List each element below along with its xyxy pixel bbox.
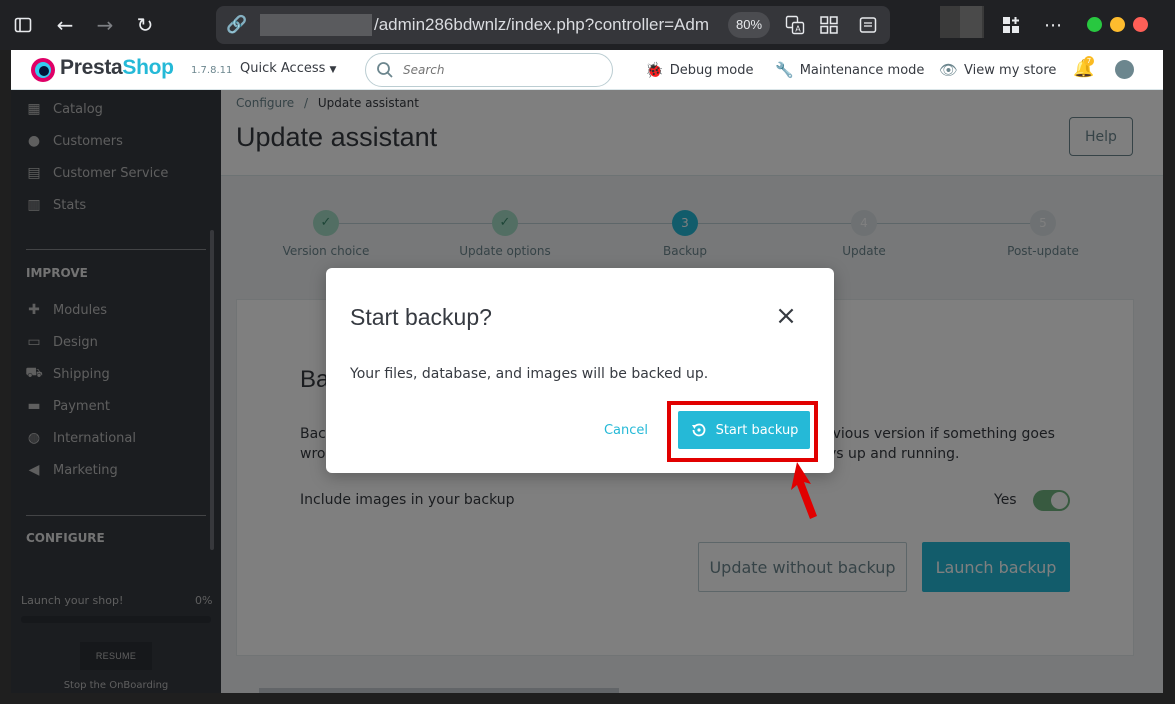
zoom-badge[interactable]: 80% [728, 12, 770, 38]
account-icon[interactable] [1115, 60, 1134, 79]
reader-icon[interactable] [857, 14, 879, 36]
modal-body-text: Your files, database, and images will be… [350, 366, 709, 382]
view-my-store-link[interactable]: 👁 View my store [939, 61, 1056, 79]
redacted-profile [940, 6, 984, 38]
quick-access-dropdown[interactable]: Quick Access ▼ [240, 61, 336, 76]
pointer-arrow-icon [791, 462, 817, 519]
address-bar[interactable]: 🔗 /admin286bdwnlz/index.php?controller=A… [216, 6, 890, 44]
cancel-button[interactable]: Cancel [596, 418, 656, 442]
debug-mode-link[interactable]: 🐞 Debug mode [645, 61, 753, 79]
link-icon: 🔗 [226, 15, 248, 35]
search-input[interactable] [403, 61, 593, 79]
more-menu-icon[interactable]: ⋯ [1040, 12, 1066, 38]
maintenance-mode-link[interactable]: 🔧 Maintenance mode [775, 61, 924, 79]
extensions-icon[interactable] [998, 12, 1024, 38]
minimize-window-icon[interactable] [1087, 17, 1102, 32]
browser-toolbar: ← → ↻ 🔗 /admin286bdwnlz/index.php?contro… [0, 0, 1175, 50]
reload-icon[interactable]: ↻ [132, 12, 158, 38]
search-box[interactable] [365, 53, 613, 87]
search-icon [377, 62, 393, 78]
url-text[interactable]: /admin286bdwnlz/index.php?controller=Adm [374, 14, 714, 36]
sidebar-toggle-icon[interactable] [10, 12, 36, 38]
notification-badge: 7 [1084, 56, 1094, 66]
wrench-icon: 🔧 [775, 61, 794, 79]
modal-title: Start backup? [350, 304, 492, 330]
prestashop-logo-icon [31, 58, 55, 82]
forward-icon[interactable]: → [92, 12, 118, 38]
back-icon[interactable]: ← [52, 12, 78, 38]
translate-icon[interactable]: A [784, 14, 806, 36]
prestashop-admin: PrestaShop 1.7.8.11 Quick Access ▼ 🐞Debu… [11, 50, 1163, 693]
close-window-icon[interactable] [1133, 17, 1148, 32]
version-label: 1.7.8.11 [191, 65, 233, 76]
caret-down-icon: ▼ [329, 65, 337, 75]
apps-grid-icon[interactable] [818, 14, 840, 36]
maximize-window-icon[interactable] [1110, 17, 1125, 32]
highlight-box [667, 401, 818, 462]
admin-header: PrestaShop 1.7.8.11 Quick Access ▼ 🐞Debu… [11, 50, 1163, 90]
modal-close-icon[interactable]: × [772, 302, 800, 330]
redacted-url-segment [260, 14, 372, 36]
eye-icon: 👁 [939, 61, 959, 79]
bug-icon: 🐞 [645, 61, 664, 79]
prestashop-logo-text[interactable]: PrestaShop [60, 56, 174, 80]
svg-text:A: A [795, 25, 801, 34]
